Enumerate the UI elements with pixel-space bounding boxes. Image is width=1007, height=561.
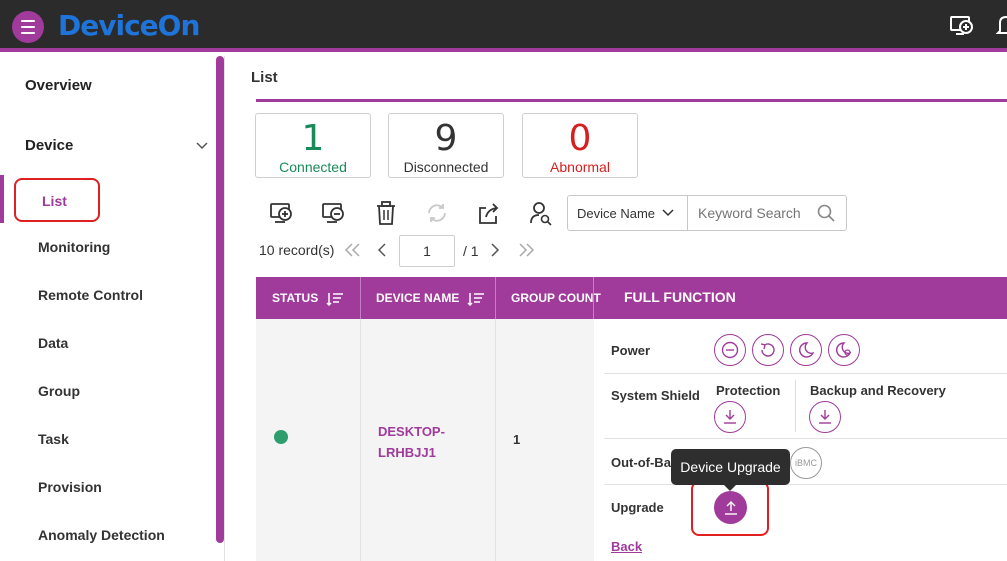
column-divider	[360, 277, 361, 319]
prev-page-icon[interactable]	[375, 243, 391, 257]
table-header: STATUS DEVICE NAME GROUP COUNT FULL FUNC…	[256, 277, 1007, 319]
column-label: DEVICE NAME	[376, 291, 460, 305]
column-divider	[495, 277, 496, 319]
hamburger-menu-button[interactable]	[12, 11, 44, 43]
function-divider	[604, 373, 1007, 374]
next-page-icon[interactable]	[487, 243, 503, 257]
chevron-down-icon[interactable]	[196, 141, 208, 151]
device-name-line: LRHBJJ1	[378, 445, 436, 460]
stat-label: Disconnected	[403, 159, 489, 175]
download-icon	[819, 410, 831, 424]
bell-icon[interactable]	[994, 13, 1007, 39]
add-device-icon[interactable]	[949, 13, 975, 39]
active-indicator	[0, 175, 4, 223]
power-off-icon	[721, 341, 739, 359]
sidebar-item-task[interactable]: Task	[38, 431, 69, 447]
column-device-name[interactable]: DEVICE NAME	[376, 277, 485, 319]
page-title: List	[251, 69, 278, 86]
stat-label: Abnormal	[550, 159, 610, 175]
search-field-value: Device Name	[577, 206, 656, 221]
remove-device-icon[interactable]	[321, 200, 347, 226]
search-input[interactable]	[689, 196, 814, 230]
delete-icon[interactable]	[373, 200, 399, 226]
top-bar: DeviceOn	[0, 0, 1007, 52]
export-icon[interactable]	[476, 200, 502, 226]
column-label: STATUS	[272, 291, 319, 305]
stat-label: Connected	[279, 159, 347, 175]
title-divider	[256, 99, 1007, 102]
column-group-count[interactable]: GROUP COUNT	[511, 277, 601, 319]
chevron-down-icon	[662, 209, 674, 217]
restart-icon	[760, 343, 775, 357]
function-divider	[604, 438, 1007, 439]
column-full-function: FULL FUNCTION	[624, 289, 736, 305]
first-page-icon[interactable]	[344, 243, 360, 257]
column-status[interactable]: STATUS	[272, 277, 344, 319]
sidebar-item-remote-control[interactable]: Remote Control	[38, 287, 143, 303]
cell-divider	[495, 319, 496, 561]
page-number-input[interactable]	[399, 235, 455, 267]
sidebar	[0, 56, 225, 561]
protection-label: Protection	[716, 383, 781, 398]
upgrade-label: Upgrade	[611, 500, 664, 515]
cell-divider	[360, 319, 361, 561]
add-device-icon[interactable]	[269, 200, 295, 226]
sort-icon[interactable]	[326, 292, 344, 306]
last-page-icon[interactable]	[519, 243, 535, 257]
backup-recovery-button[interactable]	[809, 401, 841, 433]
menu-line	[21, 32, 35, 34]
status-connected-indicator	[274, 430, 288, 444]
search-bar: Device Name	[567, 195, 847, 231]
back-link[interactable]: Back	[611, 539, 642, 554]
power-label: Power	[611, 343, 651, 358]
menu-line	[21, 26, 35, 28]
power-off-button[interactable]	[714, 334, 746, 366]
group-count-value: 1	[513, 432, 521, 447]
menu-line	[21, 20, 35, 22]
sidebar-item-device[interactable]: Device	[25, 137, 73, 154]
record-count: 10 record(s)	[259, 242, 335, 258]
stat-value: 9	[434, 118, 458, 159]
sidebar-item-group[interactable]: Group	[38, 383, 80, 399]
download-icon	[724, 410, 736, 424]
hibernate-button[interactable]	[828, 334, 860, 366]
function-divider	[604, 484, 1007, 485]
shield-divider	[795, 380, 796, 432]
sidebar-item-overview[interactable]: Overview	[25, 77, 92, 94]
system-shield-label: System Shield	[611, 388, 700, 403]
column-divider	[593, 277, 594, 319]
sidebar-item-list[interactable]: List	[14, 178, 100, 222]
sort-icon[interactable]	[467, 292, 485, 306]
stat-value: 1	[301, 118, 325, 159]
sidebar-item-monitoring[interactable]: Monitoring	[38, 239, 110, 255]
search-field-select[interactable]: Device Name	[568, 196, 688, 230]
tooltip-arrow	[723, 484, 737, 491]
page-total: / 1	[463, 243, 479, 259]
out-of-band-label: Out-of-Band	[611, 455, 671, 470]
backup-recovery-label: Backup and Recovery	[810, 383, 946, 398]
stat-connected[interactable]: 1 Connected	[255, 113, 371, 178]
stat-disconnected[interactable]: 9 Disconnected	[388, 113, 504, 178]
protection-button[interactable]	[714, 401, 746, 433]
stat-abnormal[interactable]: 0 Abnormal	[522, 113, 638, 178]
app-logo: DeviceOn	[58, 9, 200, 42]
sleep-icon	[799, 342, 815, 358]
device-name-line: DESKTOP-	[378, 424, 445, 439]
sidebar-scrollbar[interactable]	[216, 56, 224, 543]
refresh-icon[interactable]	[424, 200, 450, 226]
stat-value: 0	[568, 118, 592, 159]
search-icon[interactable]	[817, 204, 835, 222]
device-name-link[interactable]: DESKTOP- LRHBJJ1	[378, 421, 458, 463]
sidebar-item-label: List	[42, 193, 67, 209]
sleep-button[interactable]	[790, 334, 822, 366]
ibmc-button[interactable]: iBMC	[790, 447, 822, 479]
sidebar-item-provision[interactable]: Provision	[38, 479, 102, 495]
device-upgrade-tooltip: Device Upgrade	[671, 449, 790, 485]
hibernate-icon	[836, 342, 852, 358]
sidebar-item-data[interactable]: Data	[38, 335, 68, 351]
restart-button[interactable]	[752, 334, 784, 366]
user-search-icon[interactable]	[528, 200, 554, 226]
sidebar-item-anomaly-detection[interactable]: Anomaly Detection	[38, 527, 165, 543]
